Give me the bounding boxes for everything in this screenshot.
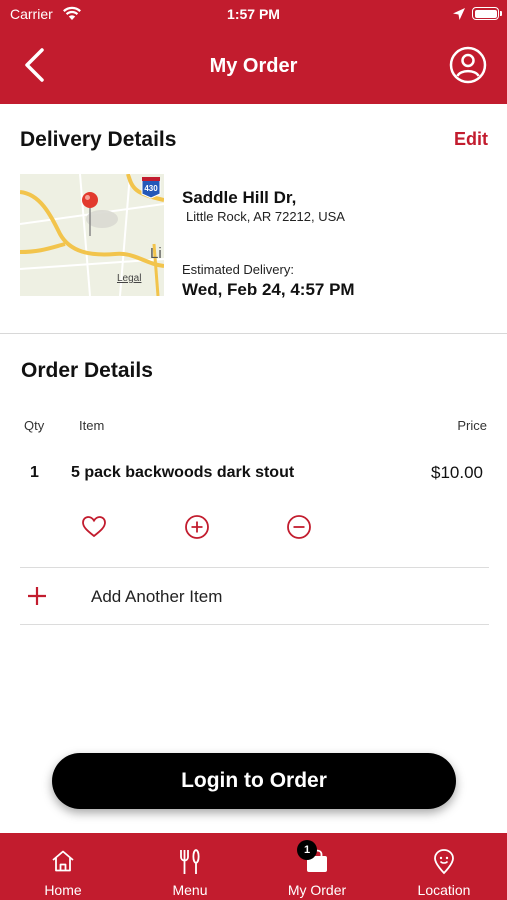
top-bar: Carrier 1:57 PM My Order: [0, 0, 507, 104]
tab-location[interactable]: Location: [381, 833, 507, 900]
item-name: 5 pack backwoods dark stout: [71, 464, 295, 481]
map-legal-link[interactable]: Legal: [117, 273, 141, 284]
order-details-heading: Order Details: [21, 359, 153, 382]
edit-delivery-link[interactable]: Edit: [454, 129, 488, 150]
login-to-order-button[interactable]: Login to Order: [52, 753, 456, 809]
item-quantity: 1: [30, 464, 39, 481]
delivery-map-thumbnail[interactable]: 430 Legal Li: [20, 174, 164, 296]
interstate-shield-number: 430: [144, 184, 158, 193]
map-city-label: Li: [150, 245, 162, 262]
item-column-header: Item: [79, 418, 105, 433]
bottom-tab-bar: Home Menu My Order Location: [0, 833, 507, 900]
estimated-delivery-label: Estimated Delivery:: [182, 262, 294, 277]
section-divider: [0, 333, 507, 334]
row-divider: [20, 567, 489, 568]
tab-home-label: Home: [44, 882, 82, 898]
profile-icon[interactable]: [448, 45, 488, 85]
add-another-item-button[interactable]: Add Another Item: [91, 587, 222, 607]
add-item-plus-icon[interactable]: [26, 585, 48, 607]
price-column-header: Price: [457, 418, 487, 433]
address-city: Little Rock, AR 72212, USA: [186, 209, 345, 224]
decrease-quantity-icon[interactable]: [286, 514, 312, 540]
delivery-details-heading: Delivery Details: [20, 128, 177, 151]
increase-quantity-icon[interactable]: [184, 514, 210, 540]
tab-home[interactable]: Home: [0, 833, 126, 900]
tab-my-order-label: My Order: [287, 882, 347, 898]
battery-icon: [472, 7, 502, 20]
location-pin-icon: [434, 849, 454, 875]
location-arrow-icon: [453, 8, 465, 20]
row-divider: [20, 624, 489, 625]
map-graphic: 430 Legal Li: [20, 174, 164, 296]
favorite-heart-icon[interactable]: [81, 514, 107, 540]
estimated-delivery-value: Wed, Feb 24, 4:57 PM: [182, 280, 355, 299]
home-icon: [52, 850, 74, 872]
address-street: Saddle Hill Dr,: [182, 188, 297, 207]
page-title: My Order: [209, 55, 298, 77]
tab-menu[interactable]: Menu: [127, 833, 253, 900]
utensils-icon: [180, 849, 200, 874]
tab-my-order[interactable]: My Order: [254, 833, 380, 900]
status-time: 1:57 PM: [227, 6, 280, 22]
tab-menu-label: Menu: [172, 882, 208, 898]
tab-location-label: Location: [417, 882, 471, 898]
qty-column-header: Qty: [24, 418, 45, 433]
cart-count-badge: 1: [297, 840, 317, 860]
status-bar: Carrier 1:57 PM: [0, 0, 507, 30]
item-price: $10.00: [431, 463, 483, 482]
